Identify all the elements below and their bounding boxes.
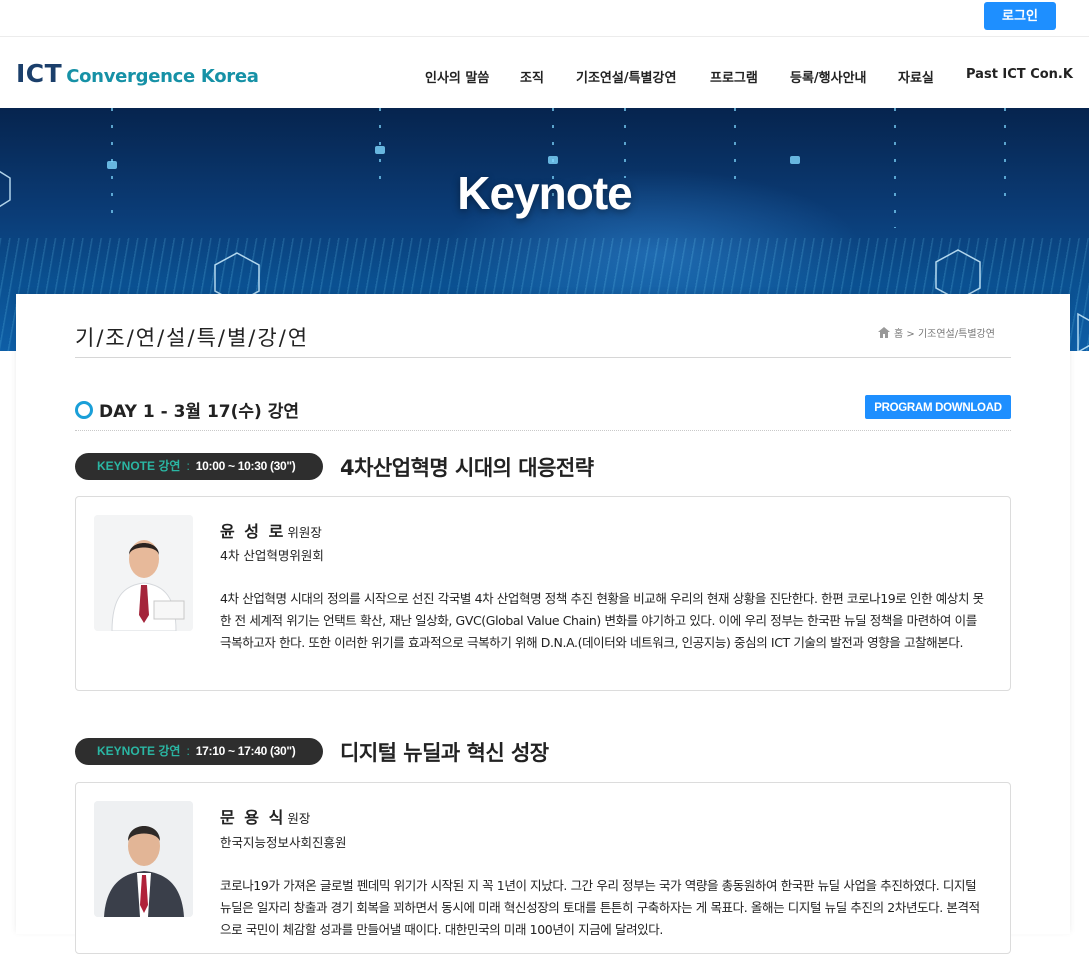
nav-greeting[interactable]: 인사의 말씀 <box>425 67 489 86</box>
keynote-time: 17:10 ~ 17:40 (30") <box>195 744 296 758</box>
speaker-name: 윤 성 로 위원장 <box>220 518 322 542</box>
speaker-organization: 한국지능정보사회진흥원 <box>220 835 347 850</box>
speaker-name-text: 윤 성 로 <box>220 522 286 541</box>
nav-registration[interactable]: 등록/행사안내 <box>790 67 867 86</box>
site-logo[interactable]: ICT Convergence Korea <box>16 59 259 88</box>
breadcrumb-home[interactable]: 홈 <box>894 329 903 340</box>
day-divider <box>75 430 1011 431</box>
breadcrumb-current: > 기조연설/특별강연 <box>906 329 995 340</box>
site-header: ICT Convergence Korea 인사의 말씀 조직 기조연설/특별강연… <box>0 37 1089 108</box>
nav-resources[interactable]: 자료실 <box>898 67 934 86</box>
pill-separator: : <box>186 459 190 473</box>
talk-description: 4차 산업혁명 시대의 정의를 시작으로 선진 각국별 4차 산업혁명 정책 추… <box>220 591 984 650</box>
keynote-label: KEYNOTE 강연 <box>97 744 181 758</box>
keynote-time: 10:00 ~ 10:30 (30") <box>195 459 296 473</box>
nav-keynote[interactable]: 기조연설/특별강연 <box>576 67 676 86</box>
pill-separator: : <box>186 744 190 758</box>
breadcrumb: 홈 > 기조연설/특별강연 <box>878 325 995 340</box>
program-download-button[interactable]: PROGRAM DOWNLOAD <box>865 395 1011 419</box>
top-utility-bar: 로그인 <box>0 0 1089 37</box>
speaker-name-text: 문 용 식 <box>220 808 286 827</box>
day-heading-text: DAY 1 - 3월 17(수) 강연 <box>99 402 300 422</box>
keynote-time-pill: KEYNOTE 강연:17:10 ~ 17:40 (30") <box>75 738 323 765</box>
hero-title: Keynote <box>457 167 632 219</box>
day-heading: DAY 1 - 3월 17(수) 강연 <box>75 397 299 422</box>
speaker-role: 원장 <box>287 811 311 826</box>
logo-ict-text: ICT <box>16 59 63 88</box>
home-icon[interactable] <box>878 327 890 338</box>
speaker-organization: 4차 산업혁명위원회 <box>220 548 324 563</box>
nav-program[interactable]: 프로그램 <box>710 67 758 86</box>
speaker-photo <box>94 515 193 631</box>
circle-bullet-icon <box>75 401 93 419</box>
keynote-label: KEYNOTE 강연 <box>97 459 181 473</box>
title-divider <box>75 357 1011 358</box>
logo-convergence-text: Convergence Korea <box>66 66 259 87</box>
talk-description: 코로나19가 가져온 글로벌 펜데믹 위기가 시작된 지 꼭 1년이 지났다. … <box>220 878 980 937</box>
login-button[interactable]: 로그인 <box>984 2 1056 30</box>
nav-organization[interactable]: 조직 <box>520 67 544 86</box>
keynote-time-pill: KEYNOTE 강연:10:00 ~ 10:30 (30") <box>75 453 323 480</box>
talk-title: 디지털 뉴딜과 혁신 성장 <box>340 741 549 765</box>
talk-title: 4차산업혁명 시대의 대응전략 <box>340 456 594 480</box>
speaker-role: 위원장 <box>287 525 322 540</box>
speaker-photo <box>94 801 193 917</box>
speaker-portrait-image <box>94 515 193 631</box>
page-title: 기/조/연/설/특/별/강/연 <box>75 326 310 350</box>
speaker-name: 문 용 식 원장 <box>220 804 310 828</box>
nav-past-ict[interactable]: Past ICT Con.K <box>966 67 1073 82</box>
speaker-portrait-image <box>94 801 193 917</box>
